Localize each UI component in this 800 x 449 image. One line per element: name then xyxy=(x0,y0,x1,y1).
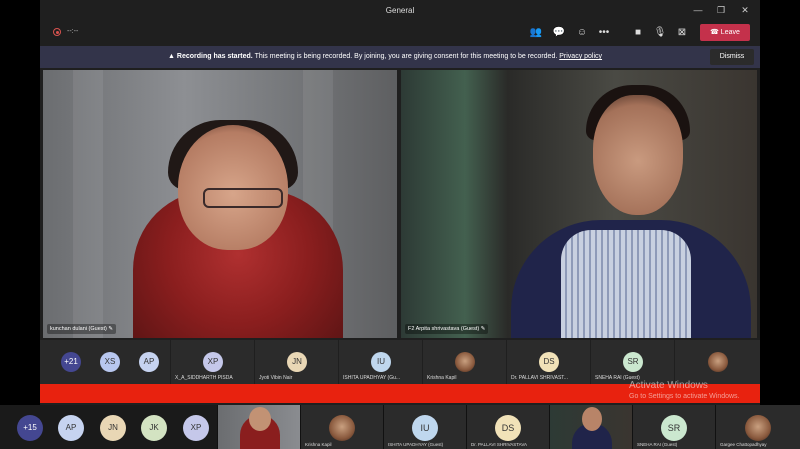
participants-icon[interactable]: 👥 xyxy=(528,25,544,41)
banner-text: This meeting is being recorded. By joini… xyxy=(252,53,560,60)
close-icon[interactable]: ✕ xyxy=(737,3,753,17)
dismiss-button[interactable]: Dismiss xyxy=(710,49,754,65)
banner-bold: Recording has started. xyxy=(176,53,253,60)
avatar[interactable]: AP xyxy=(139,352,159,372)
privacy-policy-link[interactable]: Privacy policy xyxy=(559,53,602,60)
participant-tile[interactable]: SR SNEHA RAI (Guest) xyxy=(632,405,715,449)
camera-icon[interactable]: ■ xyxy=(630,25,646,41)
banner-message: ▲ Recording has started. This meeting is… xyxy=(168,53,602,60)
participant-tile[interactable]: SR SNEHA RAI (Guest) xyxy=(590,340,674,384)
warning-icon: ▲ xyxy=(168,53,175,60)
window-title: General xyxy=(385,6,415,15)
overflow-count[interactable]: +15 xyxy=(17,415,43,441)
leave-button[interactable]: ☎ Leave xyxy=(700,24,750,41)
avatar xyxy=(708,352,728,372)
avatar[interactable]: AP xyxy=(58,415,84,441)
participant-tile-video[interactable] xyxy=(217,405,300,449)
reactions-icon[interactable]: ☺ xyxy=(574,25,590,41)
title-bar: General — ❐ ✕ xyxy=(40,0,760,20)
participant-tile[interactable]: IU ISHITA UPADHYAY (Gu... xyxy=(338,340,422,384)
avatar xyxy=(745,415,771,441)
participant-strip: +21 XS AP XP X_A_SIDDHARTH PISDA JN Jyot… xyxy=(40,340,760,384)
video-tile-speaker[interactable]: kunchan dulani (Guest) ✎ xyxy=(43,70,397,338)
video-tile-participant[interactable]: F2 Arpita shrivastava (Guest) ✎ xyxy=(401,70,757,338)
participant-tile[interactable]: DS Dr. PALLAVI SHRIVAST... xyxy=(506,340,590,384)
participant-tile[interactable]: XP X_A_SIDDHARTH PISDA xyxy=(170,340,254,384)
video-name-label: kunchan dulani (Guest) ✎ xyxy=(47,324,117,334)
recording-icon xyxy=(53,28,61,36)
participant-tile[interactable]: DS Dr. PALLAVI SHRIVASTAVA xyxy=(466,405,549,449)
participant-tile[interactable]: Krishna Kapil xyxy=(422,340,506,384)
avatar[interactable]: JK xyxy=(141,415,167,441)
activate-windows-watermark: Activate Windows Go to Settings to activ… xyxy=(629,380,740,400)
avatar xyxy=(329,415,355,441)
mic-muted-icon[interactable]: 🎙 xyxy=(652,25,668,41)
participant-tile[interactable] xyxy=(674,340,760,384)
avatar[interactable]: JN xyxy=(100,415,126,441)
meeting-timer: --:-- xyxy=(67,28,79,35)
avatar xyxy=(455,352,475,372)
participant-tile[interactable]: Gargee Chattopadhyay xyxy=(715,405,800,449)
restore-icon[interactable]: ❐ xyxy=(713,3,729,17)
participant-tile-video[interactable] xyxy=(549,405,632,449)
leave-label: Leave xyxy=(720,29,740,36)
video-name-label: F2 Arpita shrivastava (Guest) ✎ xyxy=(405,324,489,334)
bottom-participant-strip: +15 AP JN JK XP Krishna Kapil IU ISHITA … xyxy=(0,405,800,449)
share-screen-icon[interactable]: ⊠ xyxy=(674,25,690,41)
minimize-icon[interactable]: — xyxy=(690,3,706,17)
more-actions-icon[interactable]: ••• xyxy=(596,25,612,41)
participant-tile[interactable]: IU ISHITA UPADHYAY (Guest) xyxy=(383,405,466,449)
avatar[interactable]: XP xyxy=(183,415,209,441)
participant-tile[interactable]: Krishna Kapil xyxy=(300,405,383,449)
chat-icon[interactable]: 💬 xyxy=(551,25,567,41)
overflow-count[interactable]: +21 xyxy=(61,352,81,372)
meeting-toolbar: --:-- 👥 💬 ☺ ••• ■ 🎙 ⊠ ☎ Leave xyxy=(40,20,760,46)
recording-banner: ▲ Recording has started. This meeting is… xyxy=(40,46,760,68)
participant-tile[interactable]: JN Jyoti Vibin Nair xyxy=(254,340,338,384)
avatar[interactable]: XS xyxy=(100,352,120,372)
